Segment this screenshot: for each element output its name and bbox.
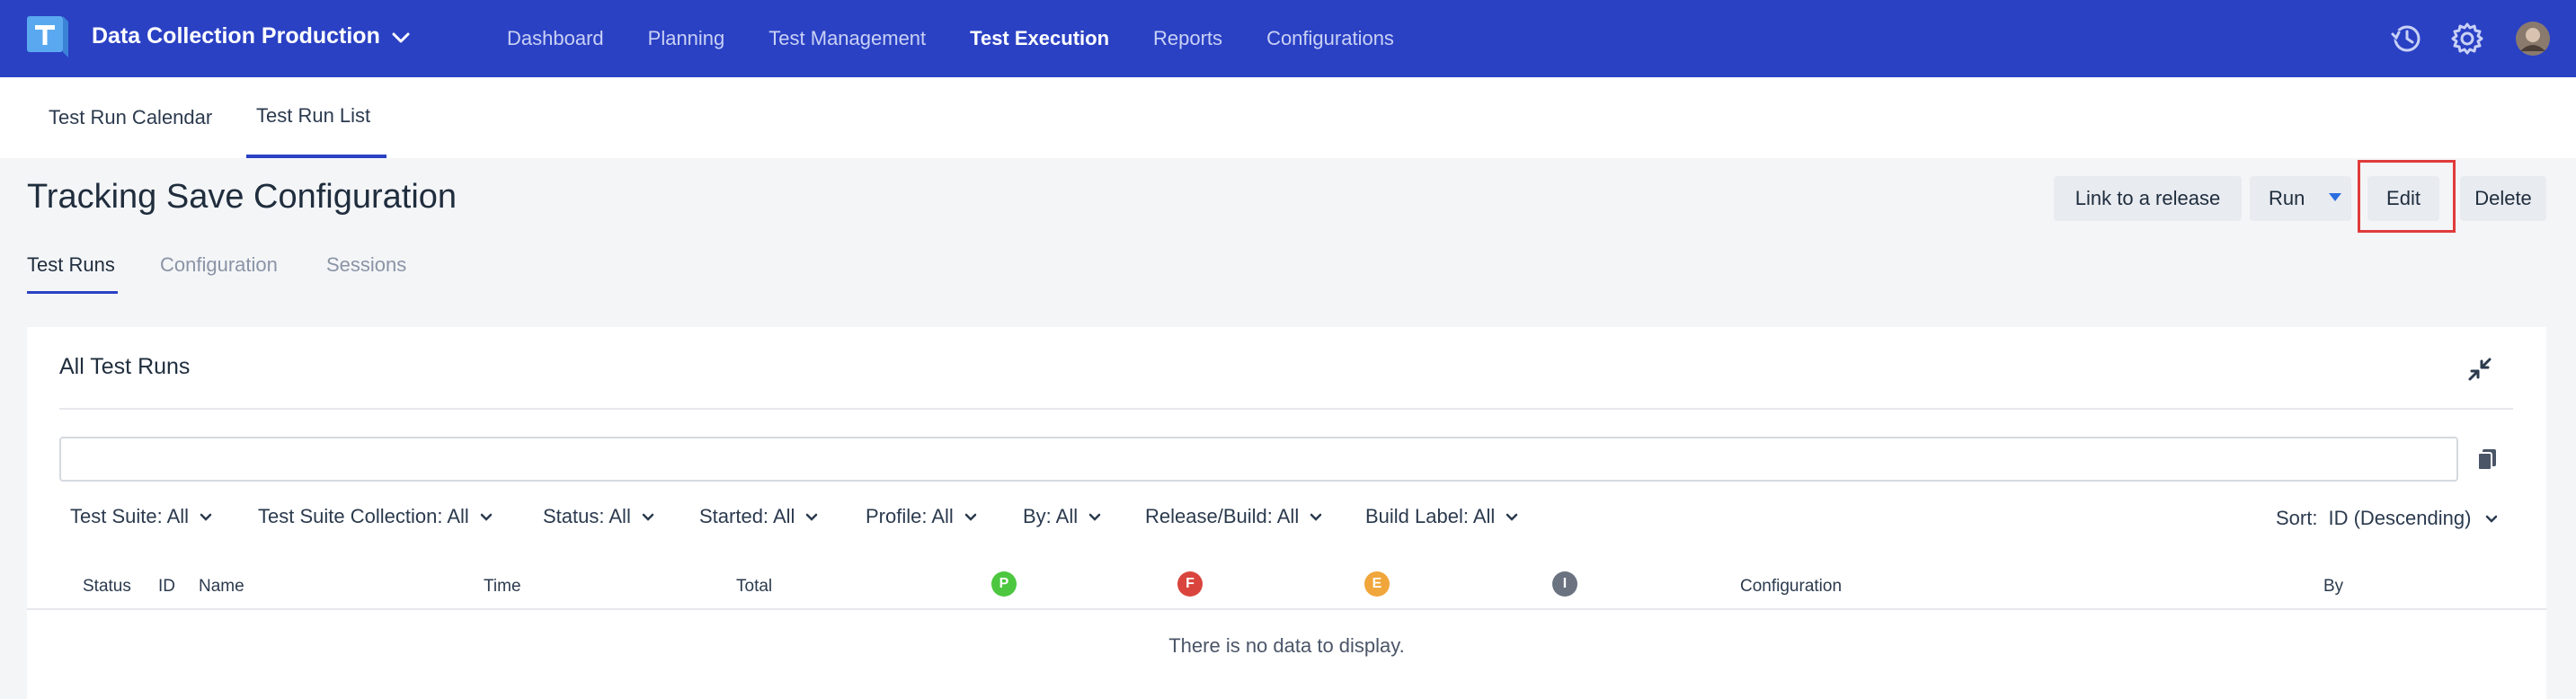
gear-icon[interactable] xyxy=(2450,22,2484,56)
card-title: All Test Runs xyxy=(59,354,191,379)
link-to-release-button[interactable]: Link to a release xyxy=(2054,176,2242,221)
filter-label: Test Suite Collection: All xyxy=(258,505,469,527)
filter-label: Status: All xyxy=(543,505,631,527)
filter-label: Test Suite: All xyxy=(70,505,190,527)
sort-dropdown[interactable]: Sort: ID (Descending) xyxy=(2276,507,2500,530)
nav-reports[interactable]: Reports xyxy=(1153,27,1222,50)
nav-dashboard[interactable]: Dashboard xyxy=(507,27,604,50)
filter-test-suite-collection[interactable]: Test Suite Collection: All xyxy=(258,505,494,528)
nav-test-execution[interactable]: Test Execution xyxy=(970,27,1109,50)
column-time[interactable]: Time xyxy=(484,577,521,597)
table-header-divider xyxy=(27,608,2546,610)
user-avatar[interactable] xyxy=(2515,21,2551,57)
filter-started[interactable]: Started: All xyxy=(699,505,820,528)
incomplete-badge: I xyxy=(1552,571,1577,597)
filter-release-build[interactable]: Release/Build: All xyxy=(1145,505,1324,528)
passed-badge: P xyxy=(991,571,1017,597)
main-nav: Dashboard Planning Test Management Test … xyxy=(507,0,1438,77)
nav-planning[interactable]: Planning xyxy=(648,27,725,50)
error-badge: E xyxy=(1364,571,1390,597)
app-logo-icon[interactable] xyxy=(27,16,68,58)
delete-button[interactable]: Delete xyxy=(2460,176,2546,221)
chevron-down-icon xyxy=(200,513,212,521)
tab-test-run-calendar[interactable]: Test Run Calendar xyxy=(49,106,212,129)
run-button[interactable]: Run xyxy=(2250,176,2351,221)
top-navbar: Data Collection Production Dashboard Pla… xyxy=(0,0,2576,77)
filter-status[interactable]: Status: All xyxy=(543,505,656,528)
column-status[interactable]: Status xyxy=(83,577,131,597)
chevron-down-icon xyxy=(1506,513,1518,521)
tab-sessions[interactable]: Sessions xyxy=(326,253,406,277)
failed-badge: F xyxy=(1177,571,1203,597)
chevron-down-icon xyxy=(806,513,818,521)
filter-test-suite[interactable]: Test Suite: All xyxy=(70,505,214,528)
tab-configuration[interactable]: Configuration xyxy=(160,253,278,277)
test-runs-card: All Test Runs Test Suite: All Test Suite… xyxy=(27,327,2546,699)
chevron-down-icon xyxy=(1310,513,1322,521)
collapse-icon[interactable] xyxy=(2466,356,2493,383)
filter-label: Build Label: All xyxy=(1365,505,1496,527)
sort-value: ID (Descending) xyxy=(2328,507,2472,529)
nav-configurations[interactable]: Configurations xyxy=(1266,27,1394,50)
nav-test-management[interactable]: Test Management xyxy=(768,27,926,50)
column-total[interactable]: Total xyxy=(736,577,772,597)
active-subtab-indicator xyxy=(246,155,386,158)
active-tab-indicator xyxy=(27,291,118,294)
edit-highlight-box xyxy=(2358,160,2456,233)
tab-test-runs[interactable]: Test Runs xyxy=(27,253,115,277)
chevron-down-icon xyxy=(964,513,977,521)
chevron-down-icon xyxy=(1088,513,1101,521)
run-button-label: Run xyxy=(2269,187,2305,209)
filter-build-label[interactable]: Build Label: All xyxy=(1365,505,1520,528)
project-name[interactable]: Data Collection Production xyxy=(92,23,380,49)
filter-label: Release/Build: All xyxy=(1145,505,1300,527)
chevron-down-icon xyxy=(480,513,493,521)
chevron-down-icon xyxy=(2486,515,2498,523)
card-divider xyxy=(59,408,2513,410)
sub-navbar: Test Run Calendar Test Run List xyxy=(0,77,2576,158)
chevron-down-icon[interactable] xyxy=(388,25,413,50)
chevron-down-icon xyxy=(642,513,654,521)
tab-test-run-list[interactable]: Test Run List xyxy=(256,104,370,128)
history-icon[interactable] xyxy=(2389,22,2423,56)
page-title: Tracking Save Configuration xyxy=(27,178,457,216)
column-name[interactable]: Name xyxy=(199,577,244,597)
empty-state-message: There is no data to display. xyxy=(1168,634,1405,657)
column-configuration[interactable]: Configuration xyxy=(1740,577,1842,597)
filter-label: Started: All xyxy=(699,505,795,527)
caret-down-icon[interactable] xyxy=(2329,193,2341,202)
column-by[interactable]: By xyxy=(2323,577,2343,597)
filter-label: Profile: All xyxy=(866,505,954,527)
copy-icon[interactable] xyxy=(2474,446,2500,473)
column-id[interactable]: ID xyxy=(158,577,175,597)
filter-label: By: All xyxy=(1023,505,1079,527)
filter-profile[interactable]: Profile: All xyxy=(866,505,979,528)
search-input[interactable] xyxy=(59,437,2458,482)
sort-label: Sort: xyxy=(2276,507,2318,529)
filter-by[interactable]: By: All xyxy=(1023,505,1103,528)
